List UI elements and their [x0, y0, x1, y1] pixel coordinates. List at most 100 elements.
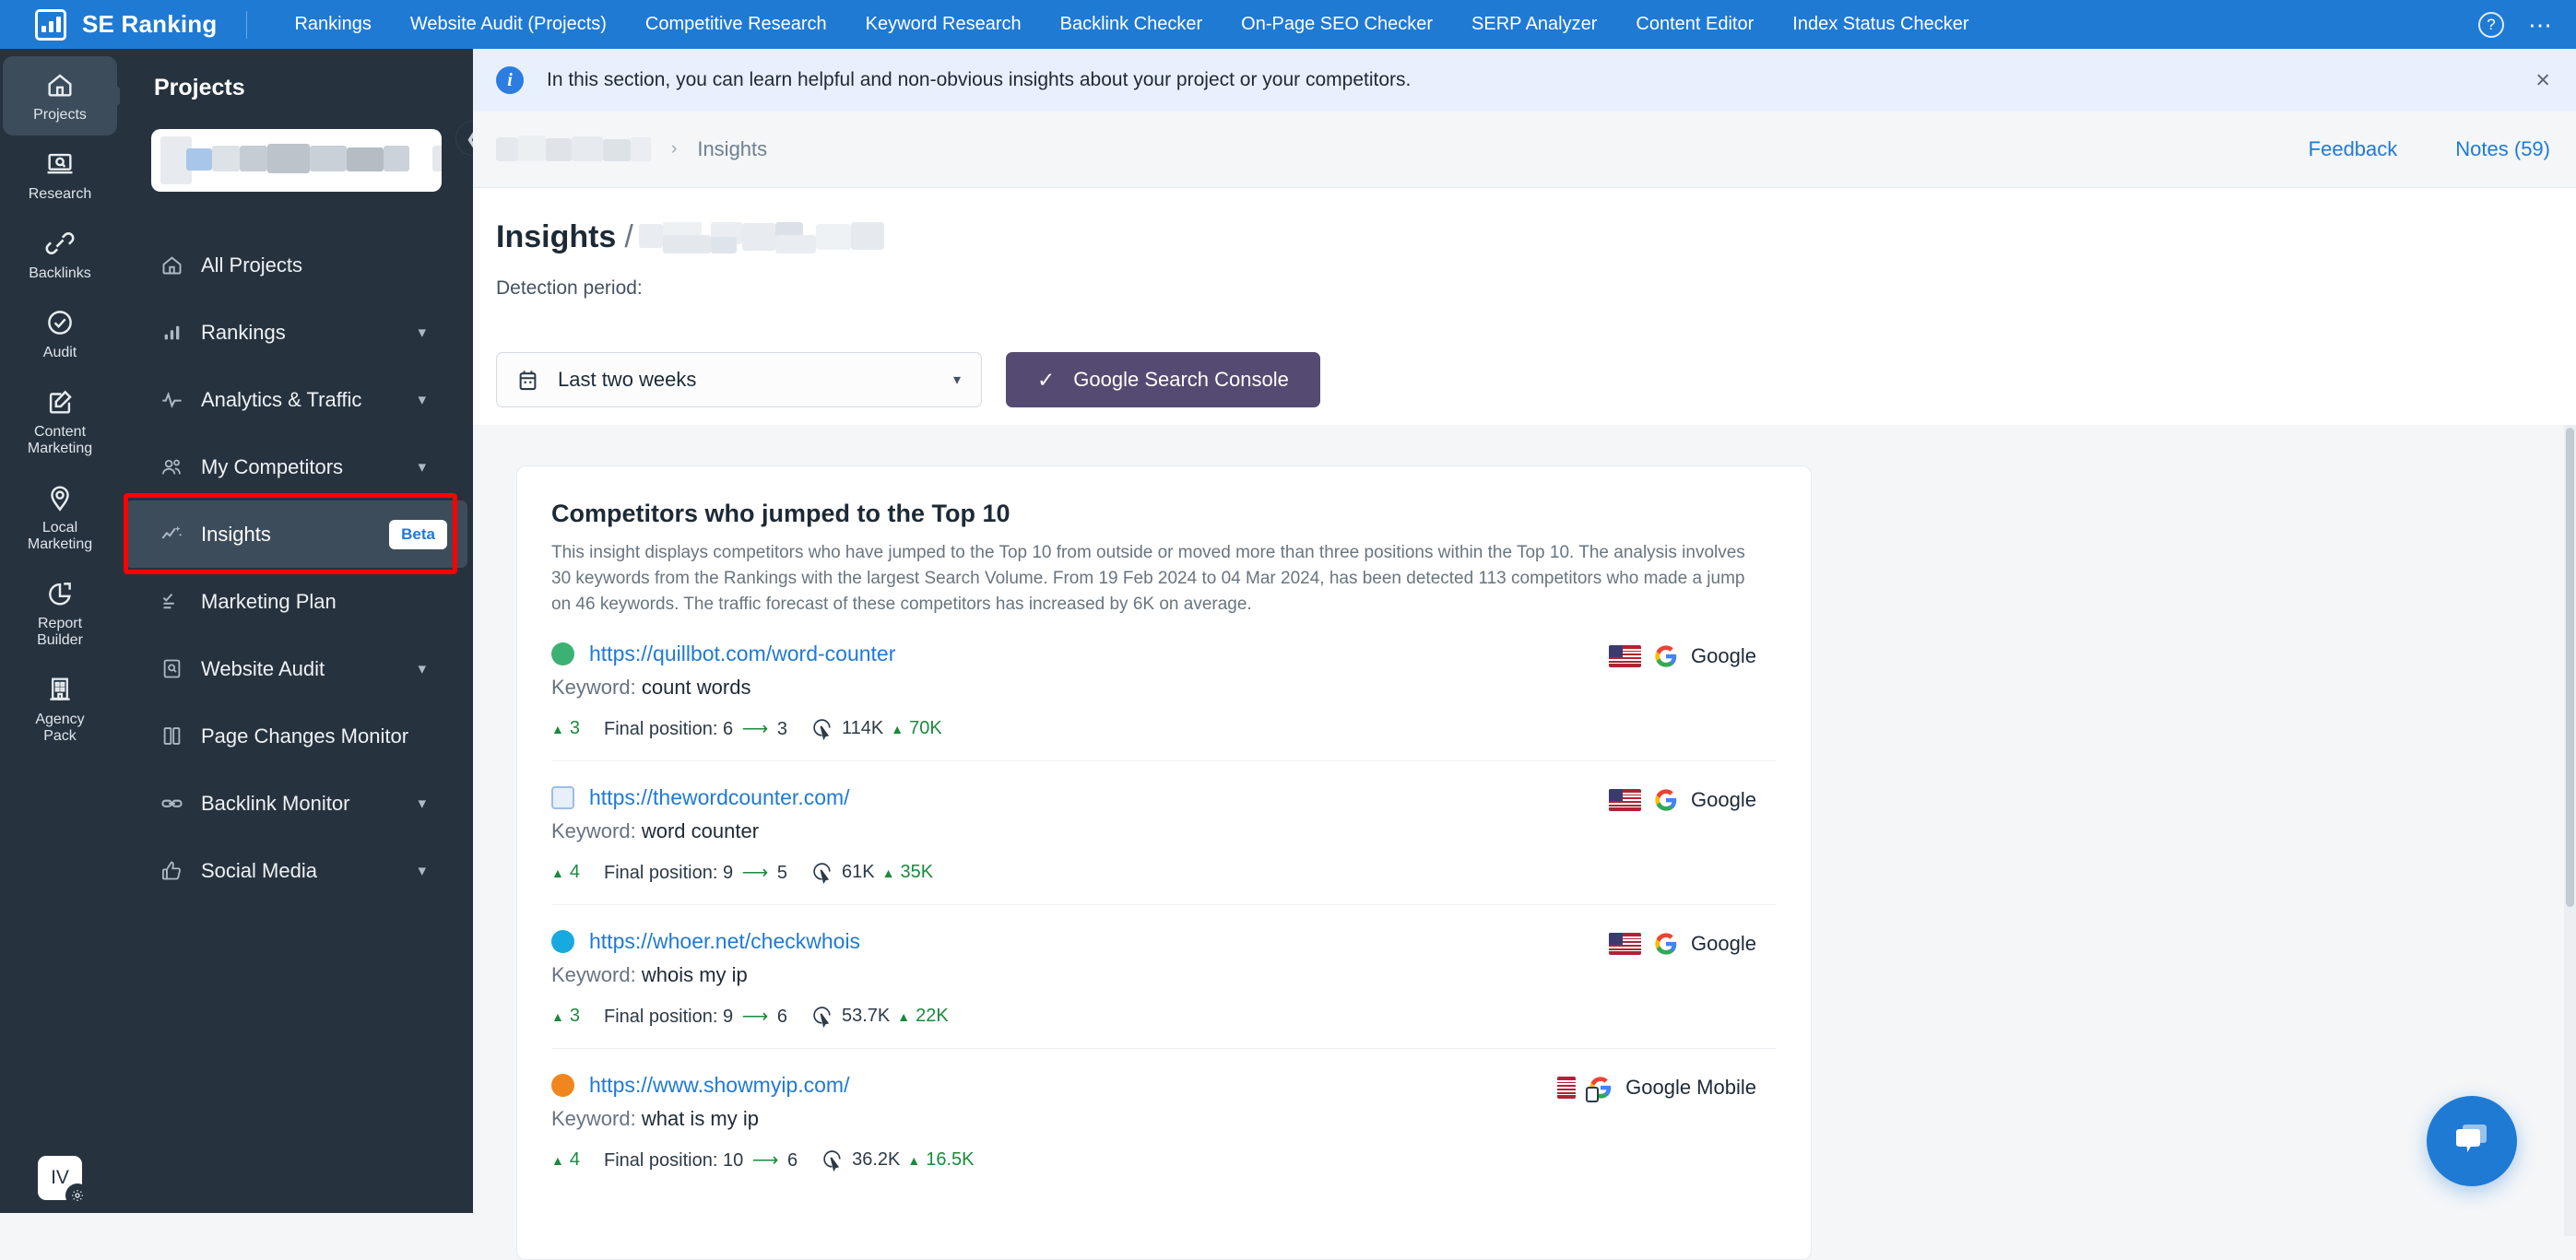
- topnav-item-on-page-seo-checker[interactable]: On-Page SEO Checker: [1222, 0, 1452, 49]
- traffic-delta: ▲ 70K: [891, 718, 942, 738]
- chevron-down-icon[interactable]: ▾: [418, 795, 426, 813]
- sidebar-item-page-changes-monitor[interactable]: Page Changes Monitor: [125, 702, 467, 770]
- people-icon: [160, 454, 184, 479]
- topnav-item-index-status-checker[interactable]: Index Status Checker: [1773, 0, 1988, 49]
- keyword-value: whois my ip: [641, 963, 748, 986]
- competitor-url-link[interactable]: https://quillbot.com/word-counter: [589, 642, 895, 666]
- jump-value: ▲ 3: [551, 718, 580, 738]
- chevron-down-icon[interactable]: ▾: [418, 324, 426, 342]
- breadcrumb-project-redacted[interactable]: [496, 135, 651, 163]
- check-circle-icon: [44, 307, 76, 338]
- sidebar-item-label: Backlink Monitor: [201, 791, 350, 815]
- avatar[interactable]: IV: [38, 1156, 89, 1207]
- jump-value: ▲ 3: [551, 1006, 580, 1026]
- google-search-console-button[interactable]: ✓ Google Search Console: [1006, 352, 1320, 407]
- topnav-item-website-audit[interactable]: Website Audit (Projects): [391, 0, 626, 49]
- thumbs-up-icon: [160, 858, 184, 883]
- competitor-url-link[interactable]: https://thewordcounter.com/: [589, 785, 850, 810]
- sidebar-item-rankings[interactable]: Rankings ▾: [125, 299, 467, 366]
- search-engine-label: Google: [1691, 788, 1756, 811]
- project-menu: All Projects Rankings ▾ Analytics & Traf…: [120, 231, 473, 904]
- traffic-delta: ▲ 16.5K: [907, 1149, 975, 1170]
- rail-item-projects[interactable]: Projects: [3, 56, 117, 135]
- competitor-url-link[interactable]: https://www.showmyip.com/: [589, 1073, 849, 1098]
- whoer-favicon: [551, 930, 574, 953]
- rail-item-label: Content Marketing: [27, 424, 93, 456]
- project-selector[interactable]: [151, 129, 442, 192]
- sidebar-item-all-projects[interactable]: All Projects: [125, 231, 467, 299]
- page-title-text: Insights: [496, 219, 617, 254]
- rail-item-audit[interactable]: Audit: [0, 294, 120, 373]
- gear-icon[interactable]: [65, 1183, 89, 1207]
- chevron-down-icon[interactable]: ▾: [418, 862, 426, 880]
- chevron-down-icon[interactable]: ▾: [418, 458, 426, 477]
- notes-link[interactable]: Notes (59): [2455, 137, 2550, 161]
- triangle-up-icon: ▲: [891, 721, 904, 736]
- map-pin-icon: [44, 482, 76, 513]
- rail-item-report-builder[interactable]: Report Builder: [0, 565, 120, 661]
- link-chain-icon: [44, 228, 76, 259]
- sidebar-item-marketing-plan[interactable]: Marketing Plan: [125, 568, 467, 635]
- competitor-url-link[interactable]: https://whoer.net/checkwhois: [589, 929, 860, 954]
- checklist-icon: [160, 589, 184, 614]
- sidebar-item-label: All Projects: [201, 253, 303, 277]
- sidebar-item-backlink-monitor[interactable]: Backlink Monitor ▾: [125, 770, 467, 837]
- detection-period-select[interactable]: Last two weeks ▾: [496, 352, 982, 407]
- question-mark-circle-icon[interactable]: ?: [2478, 11, 2504, 38]
- status-badge: Beta: [389, 519, 447, 549]
- topnav-item-content-editor[interactable]: Content Editor: [1616, 0, 1773, 49]
- project-sidebar: Projects ❮ All Projects Rankings ▾ Analy…: [120, 49, 490, 1213]
- cursor-click-icon: [811, 717, 834, 741]
- insights-sparkle-icon: [160, 522, 184, 547]
- rail-item-agency-pack[interactable]: Agency Pack: [0, 661, 120, 757]
- keyword-value: count words: [641, 676, 751, 699]
- scrollbar-thumb[interactable]: [2566, 428, 2574, 907]
- page-title-separator: /: [624, 219, 633, 254]
- topnav-item-backlink-checker[interactable]: Backlink Checker: [1041, 0, 1223, 49]
- table-row: https://www.showmyip.com/ Keyword: what …: [551, 1049, 1777, 1192]
- final-position-label: Final position:: [603, 1007, 718, 1027]
- page-header: Insights / Detection period:: [473, 188, 2576, 339]
- position-to: 5: [776, 863, 787, 883]
- close-icon[interactable]: ×: [2535, 67, 2550, 93]
- calendar-icon: [515, 368, 540, 393]
- search-engine: Google: [1609, 931, 1756, 957]
- topnav-item-serp-analyzer[interactable]: SERP Analyzer: [1452, 0, 1616, 49]
- chevron-down-icon[interactable]: ▾: [418, 660, 426, 678]
- chat-widget-button[interactable]: [2427, 1096, 2517, 1186]
- sidebar-item-insights[interactable]: Insights Beta: [125, 500, 467, 568]
- triangle-up-icon: ▲: [551, 721, 564, 736]
- breadcrumb: › Insights Feedback Notes (59): [473, 112, 2576, 188]
- final-position: Final position: 6 ⟶ 3: [604, 717, 787, 740]
- topnav-item-keyword-research[interactable]: Keyword Research: [846, 0, 1041, 49]
- sidebar-item-label: Page Changes Monitor: [201, 724, 409, 748]
- scrollbar-track[interactable]: [2564, 425, 2576, 1236]
- chevron-down-icon[interactable]: ▾: [418, 391, 426, 409]
- quillbot-favicon: [551, 642, 574, 665]
- insight-card-title: Competitors who jumped to the Top 10: [551, 500, 1010, 527]
- chevron-down-icon[interactable]: ▾: [953, 371, 961, 389]
- rail-item-research[interactable]: Research: [0, 135, 120, 215]
- breadcrumb-separator: ›: [671, 139, 678, 159]
- sidebar-item-my-competitors[interactable]: My Competitors ▾: [125, 433, 467, 500]
- topnav-item-rankings[interactable]: Rankings: [275, 0, 390, 49]
- rail-item-content-marketing[interactable]: Content Marketing: [0, 373, 120, 469]
- traffic-value: 36.2K: [852, 1149, 901, 1170]
- topnav-item-competitive-research[interactable]: Competitive Research: [626, 0, 846, 49]
- insights-scroll-area: Competitors who jumped to the Top 10 Thi…: [473, 425, 2576, 1260]
- ellipsis-icon[interactable]: ⋯: [2528, 13, 2554, 37]
- thewordcounter-favicon: [551, 786, 574, 809]
- rail-item-label: Backlinks: [29, 265, 91, 281]
- sidebar-item-website-audit[interactable]: Website Audit ▾: [125, 635, 467, 702]
- competitor-url-line: https://thewordcounter.com/: [551, 785, 1777, 810]
- keyword-line: Keyword: count words: [551, 676, 1777, 700]
- link-chain-icon: [160, 791, 184, 816]
- sidebar-item-analytics-traffic[interactable]: Analytics & Traffic ▾: [125, 366, 467, 433]
- feedback-link[interactable]: Feedback: [2309, 137, 2398, 161]
- page-title: Insights /: [496, 219, 2576, 255]
- rail-item-local-marketing[interactable]: Local Marketing: [0, 469, 120, 565]
- info-banner: i In this section, you can learn helpful…: [473, 49, 2576, 112]
- rail-item-backlinks[interactable]: Backlinks: [0, 215, 120, 294]
- sidebar-item-social-media[interactable]: Social Media ▾: [125, 837, 467, 904]
- brand[interactable]: SE Ranking: [0, 8, 217, 41]
